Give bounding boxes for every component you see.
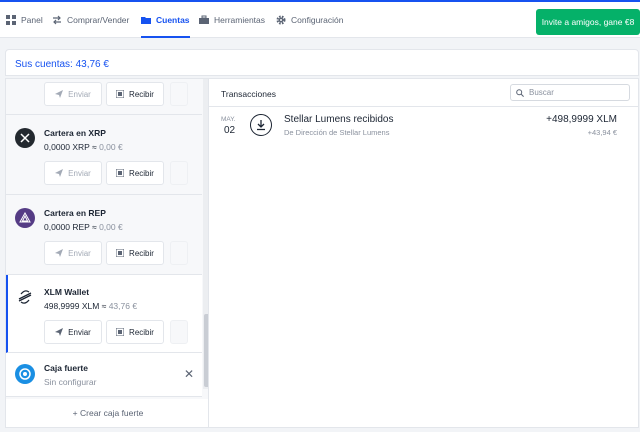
accounts-header: Sus cuentas: 43,76 € bbox=[5, 49, 639, 76]
wallet-name: Cartera en XRP bbox=[44, 128, 106, 138]
transaction-day: 02 bbox=[224, 125, 236, 136]
transaction-fiat-amount: +43,94 € bbox=[587, 128, 617, 137]
send-label: Enviar bbox=[68, 168, 91, 178]
nav-cuentas-label: Cuentas bbox=[156, 15, 190, 25]
wallet-name: XLM Wallet bbox=[44, 287, 90, 297]
qr-icon bbox=[116, 249, 125, 257]
vault-icon bbox=[15, 364, 35, 384]
nav-comprar-vender[interactable]: Comprar/Vender bbox=[52, 2, 129, 38]
vault-name: Caja fuerte bbox=[44, 363, 88, 373]
receive-label: Recibir bbox=[129, 89, 154, 99]
vault-card[interactable]: Caja fuerte Sin configurar ✕ bbox=[6, 353, 202, 397]
send-label: Enviar bbox=[68, 89, 91, 99]
send-button[interactable]: Enviar bbox=[44, 161, 102, 185]
toolbox-icon bbox=[199, 15, 209, 24]
accounts-total-title: Sus cuentas: 43,76 € bbox=[15, 59, 109, 70]
download-icon bbox=[250, 114, 272, 136]
wallet-name: Cartera en REP bbox=[44, 208, 106, 218]
wallet-balance-crypto: 0,0000 REP ≈ bbox=[44, 222, 100, 232]
qr-icon bbox=[116, 169, 125, 177]
receive-label: Recibir bbox=[129, 248, 154, 258]
vault-status: Sin configurar bbox=[44, 377, 97, 387]
send-button[interactable]: Enviar bbox=[44, 320, 102, 344]
receive-label: Recibir bbox=[129, 168, 154, 178]
search-icon bbox=[516, 88, 524, 97]
gear-icon bbox=[276, 15, 286, 25]
rep-icon bbox=[15, 208, 35, 228]
send-icon bbox=[55, 169, 64, 177]
wallet-balance-crypto: 498,9999 XLM ≈ bbox=[44, 301, 109, 311]
nav-comprar-vender-label: Comprar/Vender bbox=[67, 15, 130, 25]
wallet-list-panel: Enviar Recibir Cartera en XRP 0,0000 XRP… bbox=[5, 78, 209, 428]
search-box[interactable] bbox=[510, 84, 630, 101]
invite-friends-button[interactable]: Invite a amigos, gane €8 bbox=[536, 9, 640, 35]
send-button[interactable]: Enviar bbox=[44, 241, 102, 265]
xrp-icon bbox=[15, 128, 35, 148]
more-options-button[interactable] bbox=[170, 320, 188, 344]
folder-icon bbox=[141, 17, 151, 24]
send-icon bbox=[55, 249, 64, 257]
send-label: Enviar bbox=[68, 248, 91, 258]
wallet-balance: 0,0000 REP ≈ 0,00 € bbox=[44, 222, 123, 232]
swap-arrows-icon bbox=[53, 15, 61, 25]
wallet-balance-fiat: 0,00 € bbox=[99, 142, 123, 152]
wallet-balance-fiat: 43,76 € bbox=[108, 301, 138, 311]
nav-panel[interactable]: Panel bbox=[6, 2, 43, 38]
more-options-button[interactable] bbox=[170, 241, 188, 265]
xlm-icon bbox=[15, 287, 35, 307]
wallet-card-partial: Enviar Recibir bbox=[6, 79, 202, 115]
send-icon bbox=[55, 90, 64, 98]
wallet-balance: 0,0000 XRP ≈ 0,00 € bbox=[44, 142, 123, 152]
top-navigation: Panel Comprar/Vender Cuentas Herramienta… bbox=[0, 2, 640, 38]
create-vault-button[interactable]: + Crear caja fuerte bbox=[6, 399, 208, 427]
wallet-card-xlm[interactable]: XLM Wallet 498,9999 XLM ≈ 43,76 € Enviar… bbox=[6, 275, 202, 353]
nav-configuracion[interactable]: Configuración bbox=[276, 2, 343, 38]
transactions-header: Transacciones bbox=[209, 79, 638, 107]
transaction-name: Stellar Lumens recibidos bbox=[284, 114, 394, 125]
more-options-button[interactable] bbox=[170, 82, 188, 106]
receive-button[interactable]: Recibir bbox=[106, 320, 164, 344]
send-label: Enviar bbox=[68, 327, 91, 337]
wallet-card-xrp[interactable]: Cartera en XRP 0,0000 XRP ≈ 0,00 € Envia… bbox=[6, 116, 202, 195]
receive-label: Recibir bbox=[129, 327, 154, 337]
nav-cuentas[interactable]: Cuentas bbox=[141, 2, 190, 38]
receive-button[interactable]: Recibir bbox=[106, 82, 164, 106]
dashboard-icon bbox=[6, 15, 16, 25]
wallet-balance-crypto: 0,0000 XRP ≈ bbox=[44, 142, 100, 152]
send-icon bbox=[55, 328, 64, 336]
transactions-panel: Transacciones MAY. 02 Stellar Lumens rec… bbox=[208, 78, 639, 428]
receive-button[interactable]: Recibir bbox=[106, 161, 164, 185]
wallet-card-rep[interactable]: Cartera en REP 0,0000 REP ≈ 0,00 € Envia… bbox=[6, 196, 202, 275]
transaction-amount: +498,9999 XLM bbox=[546, 114, 617, 125]
send-button[interactable]: Enviar bbox=[44, 82, 102, 106]
qr-icon bbox=[116, 90, 125, 98]
more-options-button[interactable] bbox=[170, 161, 188, 185]
nav-herramientas[interactable]: Herramientas bbox=[199, 2, 265, 38]
transaction-row[interactable]: MAY. 02 Stellar Lumens recibidos De Dire… bbox=[209, 108, 638, 148]
wallet-balance-fiat: 0,00 € bbox=[99, 222, 123, 232]
qr-icon bbox=[116, 328, 125, 336]
nav-panel-label: Panel bbox=[21, 15, 43, 25]
search-input[interactable] bbox=[529, 88, 624, 97]
transactions-title: Transacciones bbox=[221, 89, 276, 99]
receive-button[interactable]: Recibir bbox=[106, 241, 164, 265]
transaction-source: De Dirección de Stellar Lumens bbox=[284, 128, 390, 137]
wallet-balance: 498,9999 XLM ≈ 43,76 € bbox=[44, 301, 137, 311]
close-icon[interactable]: ✕ bbox=[184, 367, 194, 381]
nav-herramientas-label: Herramientas bbox=[214, 15, 266, 25]
transaction-month: MAY. bbox=[221, 116, 236, 123]
nav-configuracion-label: Configuración bbox=[291, 15, 344, 25]
